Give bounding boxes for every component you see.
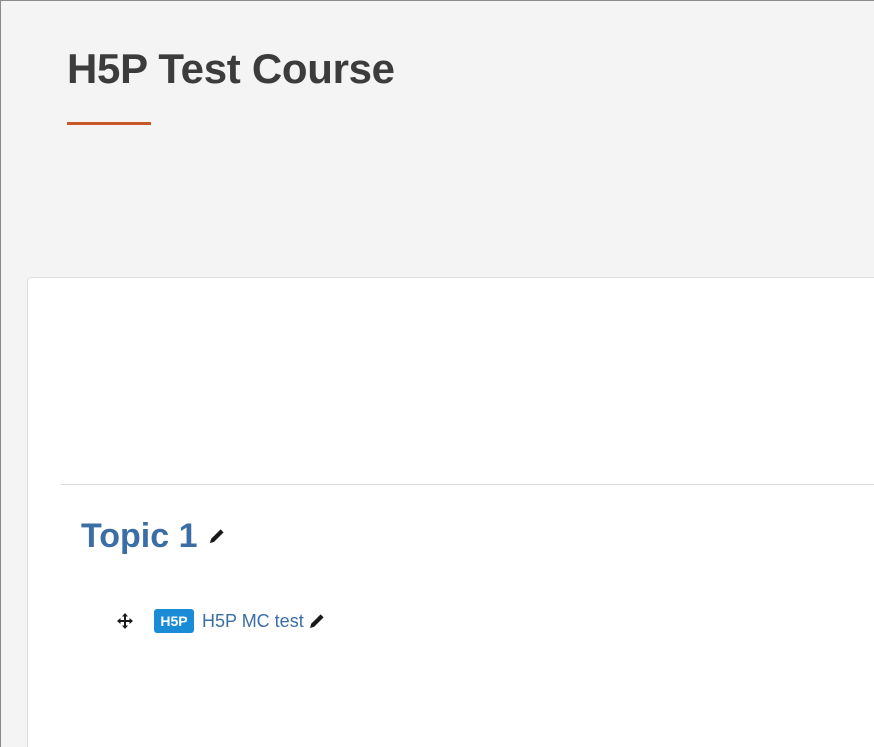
section-divider: [61, 484, 874, 485]
course-content-region: [27, 277, 874, 747]
move-arrows-icon[interactable]: [117, 613, 133, 629]
activity-item: H5P H5P MC test: [117, 609, 326, 633]
pencil-icon[interactable]: [208, 527, 226, 545]
browser-viewport: H5P Test Course Topic 1 H5P H5P MC test: [0, 0, 874, 747]
activity-name-link[interactable]: H5P MC test: [202, 611, 304, 632]
pencil-icon[interactable]: [308, 612, 326, 630]
h5p-icon-text: H5P: [160, 613, 187, 629]
title-accent-underline: [67, 122, 151, 125]
page-title: H5P Test Course: [67, 45, 395, 92]
h5p-icon: H5P: [154, 609, 194, 633]
section-title-link[interactable]: Topic 1: [81, 513, 198, 559]
section-heading: Topic 1: [81, 513, 226, 559]
page-header: H5P Test Course: [1, 1, 874, 277]
